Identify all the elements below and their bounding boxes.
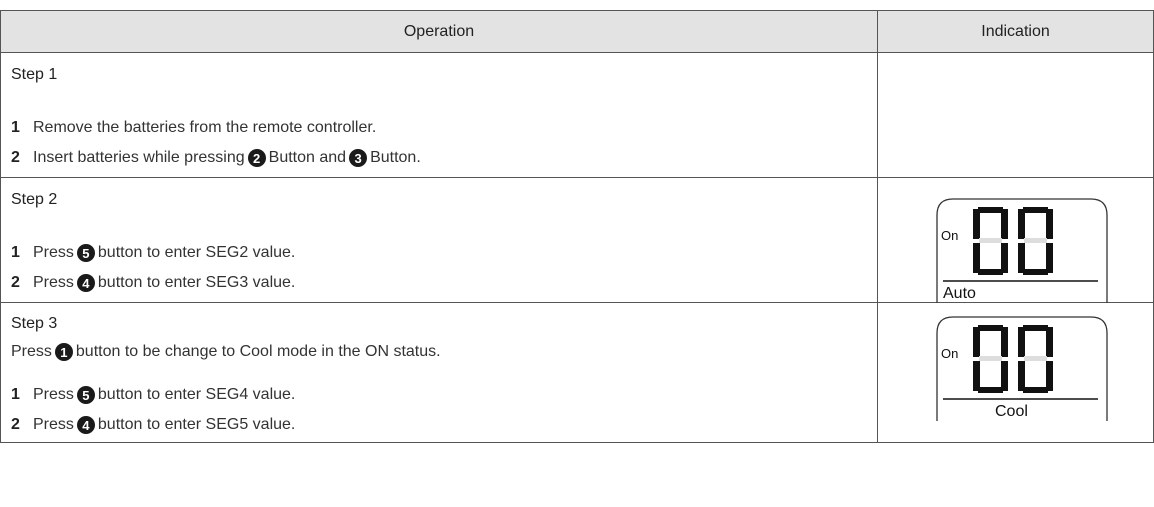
- note-text-pre: Press: [11, 343, 52, 360]
- button-1-icon: 1: [54, 343, 73, 361]
- step-2-row: Step 2 1 Press 5 button to enter SEG2 va…: [0, 177, 1154, 303]
- lcd-digit-1: [973, 207, 1008, 275]
- lcd-digit-2: [1018, 207, 1053, 275]
- step-3-note: Press 1 button to be change to Cool mode…: [11, 343, 441, 361]
- item-number: 1: [11, 244, 20, 261]
- step-1-item-1: 1 Remove the batteries from the remote c…: [11, 119, 376, 137]
- item-text-mid: Button and: [268, 149, 347, 166]
- item-text-post: button to enter SEG3 value.: [97, 274, 296, 291]
- item-text-pre: Press: [33, 416, 74, 433]
- lcd-digit-1: [973, 325, 1008, 393]
- note-text-post: button to be change to Cool mode in the …: [75, 343, 441, 360]
- button-4-icon: 4: [76, 416, 95, 434]
- button-5-icon: 5: [76, 386, 95, 404]
- step-3-item-2: 2 Press 4 button to enter SEG5 value.: [11, 416, 295, 434]
- item-text-post: button to enter SEG4 value.: [97, 386, 296, 403]
- step-3-operation: Step 3 Press 1 button to be change to Co…: [0, 302, 878, 443]
- lcd-mode-label: Auto: [943, 285, 976, 302]
- step-1-indication: [877, 52, 1154, 178]
- step-3-title: Step 3: [11, 315, 58, 332]
- settings-table: Operation Indication Step 1 1 Remove the…: [0, 10, 1154, 443]
- lcd-display-cool: On Cool: [936, 316, 1108, 421]
- item-text-post: button to enter SEG2 value.: [97, 244, 296, 261]
- step-1-item-2: 2 Insert batteries while pressing 2 Butt…: [11, 149, 421, 167]
- step-1-row: Step 1 1 Remove the batteries from the r…: [0, 52, 1154, 178]
- step-2-item-1: 1 Press 5 button to enter SEG2 value.: [11, 244, 295, 262]
- item-number: 1: [11, 386, 20, 403]
- lcd-on-label: On: [941, 228, 958, 243]
- item-number: 2: [11, 149, 20, 166]
- item-number: 2: [11, 274, 20, 291]
- item-text-pre: Insert batteries while pressing: [33, 149, 245, 166]
- indication-header: Indication: [877, 10, 1154, 53]
- operation-header: Operation: [0, 10, 878, 53]
- item-number: 2: [11, 416, 20, 433]
- item-text-pre: Press: [33, 244, 74, 261]
- item-text-pre: Press: [33, 386, 74, 403]
- lcd-mode-label: Cool: [995, 403, 1028, 420]
- item-text: Remove the batteries from the remote con…: [33, 119, 377, 136]
- step-2-operation: Step 2 1 Press 5 button to enter SEG2 va…: [0, 177, 878, 303]
- button-4-icon: 4: [76, 274, 95, 292]
- lcd-digit-2: [1018, 325, 1053, 393]
- step-2-item-2: 2 Press 4 button to enter SEG3 value.: [11, 274, 295, 292]
- button-3-icon: 3: [349, 149, 368, 167]
- item-text-pre: Press: [33, 274, 74, 291]
- step-1-operation: Step 1 1 Remove the batteries from the r…: [0, 52, 878, 178]
- step-2-title: Step 2: [11, 191, 58, 208]
- step-3-indication: On Cool: [877, 302, 1154, 443]
- button-5-icon: 5: [76, 244, 95, 262]
- item-text-post: button to enter SEG5 value.: [97, 416, 296, 433]
- item-number: 1: [11, 119, 20, 136]
- step-2-indication: On Auto: [877, 177, 1154, 303]
- step-1-title: Step 1: [11, 66, 58, 83]
- step-3-row: Step 3 Press 1 button to be change to Co…: [0, 302, 1154, 443]
- header-row: Operation Indication: [0, 10, 1154, 53]
- button-2-icon: 2: [247, 149, 266, 167]
- lcd-on-label: On: [941, 346, 958, 361]
- lcd-display-auto: On Auto: [936, 198, 1108, 303]
- step-3-item-1: 1 Press 5 button to enter SEG4 value.: [11, 386, 295, 404]
- item-text-post: Button.: [370, 149, 421, 166]
